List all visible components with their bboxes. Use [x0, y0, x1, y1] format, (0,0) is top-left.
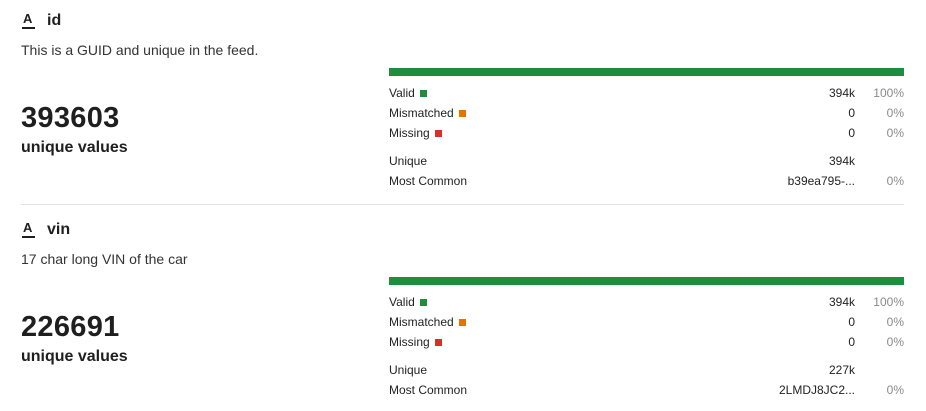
stat-row-most-common: Most Common 2LMDJ8JC2... 0% [389, 381, 905, 399]
stat-percent: 0% [886, 335, 904, 349]
stat-percent: 0% [886, 315, 904, 329]
missing-swatch-icon [434, 338, 442, 346]
stat-percent: 0% [886, 106, 904, 120]
missing-swatch-icon [434, 129, 442, 137]
stat-percent: 0% [886, 126, 904, 140]
unique-count: 393603 [21, 102, 120, 134]
unique-count-label: unique values [21, 348, 128, 365]
column-card-id: A id This is a GUID and unique in the fe… [0, 0, 926, 205]
stat-row-unique: Unique 227k [389, 361, 905, 379]
valid-progress-bar [389, 68, 904, 76]
unique-count: 226691 [21, 311, 120, 343]
column-header: A vin [22, 219, 70, 241]
stat-value: 2LMDJ8JC2... [778, 383, 855, 397]
stat-label: Valid [389, 295, 415, 309]
stat-percent: 0% [886, 174, 904, 188]
stat-value: 0 [848, 315, 855, 329]
column-description: This is a GUID and unique in the feed. [21, 42, 259, 58]
stat-value: 394k [828, 154, 855, 168]
stat-row-valid: Valid 394k 100% [389, 293, 905, 311]
type-glyph: A [23, 220, 33, 235]
stat-label: Most Common [389, 383, 468, 397]
stat-percent: 100% [873, 86, 904, 100]
stat-label: Valid [389, 86, 415, 100]
type-glyph: A [23, 11, 33, 26]
stat-row-unique: Unique 394k [389, 152, 905, 170]
stat-row-mismatched: Mismatched 0 0% [389, 313, 905, 331]
valid-progress-bar [389, 277, 904, 285]
string-type-icon: A [22, 11, 36, 29]
stat-label: Mismatched [389, 106, 454, 120]
stat-label: Missing [389, 126, 430, 140]
stat-value: b39ea795-... [787, 174, 855, 188]
stat-value: 0 [848, 126, 855, 140]
stat-value: 0 [848, 106, 855, 120]
mismatched-swatch-icon [458, 318, 466, 326]
card-divider [21, 204, 904, 205]
stat-label: Most Common [389, 174, 468, 188]
valid-swatch-icon [419, 298, 427, 306]
column-description: 17 char long VIN of the car [21, 251, 188, 267]
stat-label: Mismatched [389, 315, 454, 329]
stat-label: Unique [389, 363, 428, 377]
column-name: id [47, 12, 62, 29]
valid-progress-fill [389, 277, 904, 285]
stat-row-mismatched: Mismatched 0 0% [389, 104, 905, 122]
mismatched-swatch-icon [458, 109, 466, 117]
stat-value: 0 [848, 335, 855, 349]
column-name: vin [47, 221, 71, 238]
stat-percent: 100% [873, 295, 904, 309]
stat-row-valid: Valid 394k 100% [389, 84, 905, 102]
stat-label: Unique [389, 154, 428, 168]
string-type-icon: A [22, 220, 36, 238]
stat-value: 394k [828, 295, 855, 309]
valid-progress-fill [389, 68, 904, 76]
unique-count-label: unique values [21, 139, 128, 156]
stat-value: 227k [828, 363, 855, 377]
stat-row-missing: Missing 0 0% [389, 124, 905, 142]
column-card-vin: A vin 17 char long VIN of the car 226691… [0, 209, 926, 411]
stat-percent: 0% [886, 383, 904, 397]
stat-row-most-common: Most Common b39ea795-... 0% [389, 172, 905, 190]
valid-swatch-icon [419, 89, 427, 97]
stat-row-missing: Missing 0 0% [389, 333, 905, 351]
column-header: A id [22, 10, 61, 32]
stat-value: 394k [828, 86, 855, 100]
stat-label: Missing [389, 335, 430, 349]
